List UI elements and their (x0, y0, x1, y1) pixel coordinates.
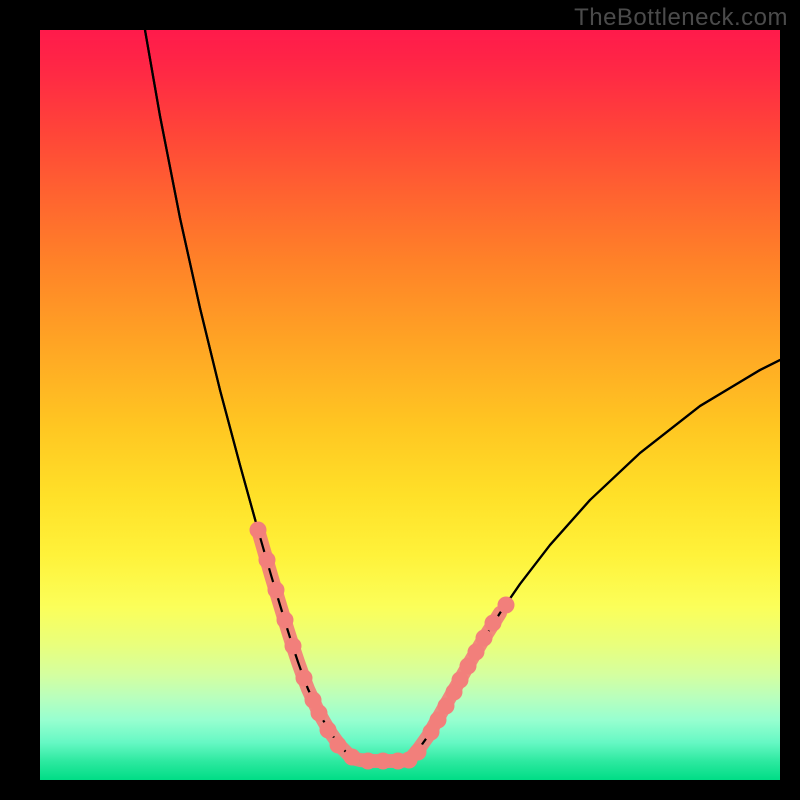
data-dot (285, 638, 302, 655)
bottleneck-curve (145, 30, 780, 761)
data-dot (268, 582, 285, 599)
data-dot (498, 597, 515, 614)
curve-group (145, 30, 780, 761)
data-dot (375, 753, 392, 770)
dots-group (250, 522, 515, 770)
chart-svg (40, 30, 780, 780)
plot-area (40, 30, 780, 780)
data-dot (320, 722, 337, 739)
data-dot (410, 744, 427, 761)
data-dot (330, 737, 347, 754)
data-dot (259, 552, 276, 569)
data-dot (311, 705, 328, 722)
data-dot (250, 522, 267, 539)
data-dot (344, 749, 361, 766)
watermark-text: TheBottleneck.com (574, 4, 788, 32)
chart-frame: TheBottleneck.com (0, 0, 800, 800)
data-dot (277, 612, 294, 629)
bottleneck-curve-top (145, 30, 780, 761)
data-dot (360, 753, 377, 770)
data-dot (485, 615, 502, 632)
data-dot (476, 630, 493, 647)
data-dot (296, 670, 313, 687)
